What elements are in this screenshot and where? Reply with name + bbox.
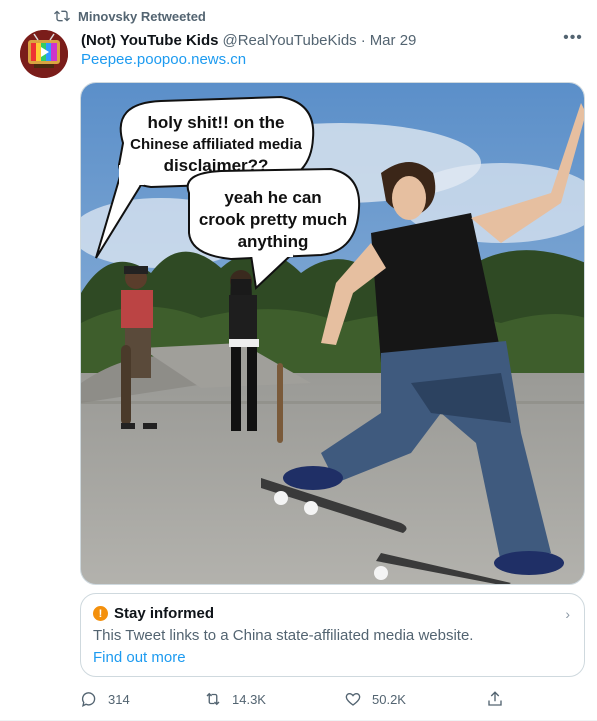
author-handle[interactable]: @RealYouTubeKids xyxy=(222,32,356,49)
notice-body: This Tweet links to a China state-affili… xyxy=(93,627,474,644)
chevron-right-icon[interactable]: › xyxy=(565,606,570,622)
bubble2-line2: crook pretty much xyxy=(199,210,347,229)
tweet-actions: 314 14.3K 50.2K xyxy=(80,690,510,714)
tweet-media-image[interactable]: holy shit!! on the Chinese affiliated me… xyxy=(80,82,585,585)
tweet-header: (Not) YouTube Kids @RealYouTubeKids · Ma… xyxy=(81,29,577,51)
notice-title-row: ! Stay informed xyxy=(93,605,214,622)
bubble2-line3: anything xyxy=(238,232,309,251)
reply-count: 314 xyxy=(108,691,130,707)
like-count: 50.2K xyxy=(372,691,406,707)
share-icon xyxy=(488,691,502,706)
reply-button[interactable]: 314 xyxy=(80,690,130,708)
tweet-date[interactable]: Mar 29 xyxy=(370,32,417,49)
bubble1-line1: holy shit!! on the xyxy=(148,113,285,132)
heart-icon xyxy=(345,692,361,706)
warning-icon: ! xyxy=(93,606,108,621)
like-button[interactable]: 50.2K xyxy=(344,690,406,708)
retweet-context[interactable]: Minovsky Retweeted xyxy=(54,8,206,24)
retweet-count: 14.3K xyxy=(232,691,266,707)
retweet-action-icon xyxy=(206,692,220,706)
header-separator: · xyxy=(360,31,366,49)
retweet-label: Minovsky Retweeted xyxy=(78,8,206,24)
reply-icon xyxy=(81,692,96,707)
bubble2-line1: yeah he can xyxy=(224,188,321,207)
retweet-button[interactable]: 14.3K xyxy=(204,690,266,708)
find-out-more-link[interactable]: Find out more xyxy=(93,649,186,666)
meme-image: holy shit!! on the Chinese affiliated me… xyxy=(81,83,584,584)
tweet-article[interactable]: Minovsky Retweeted (Not) YouTube Kids @R… xyxy=(0,0,597,721)
tweet-link[interactable]: Peepee.poopoo.news.cn xyxy=(81,51,246,68)
tv-avatar-image xyxy=(20,30,68,78)
bubble1-line2: Chinese affiliated media xyxy=(130,136,302,153)
more-options-icon[interactable]: ••• xyxy=(561,28,585,52)
avatar[interactable] xyxy=(20,30,68,78)
retweet-icon xyxy=(54,10,70,22)
share-button[interactable] xyxy=(486,690,504,708)
stay-informed-notice[interactable]: ! Stay informed This Tweet links to a Ch… xyxy=(80,593,585,677)
notice-title: Stay informed xyxy=(114,605,215,622)
author-display-name[interactable]: (Not) YouTube Kids xyxy=(81,32,218,49)
